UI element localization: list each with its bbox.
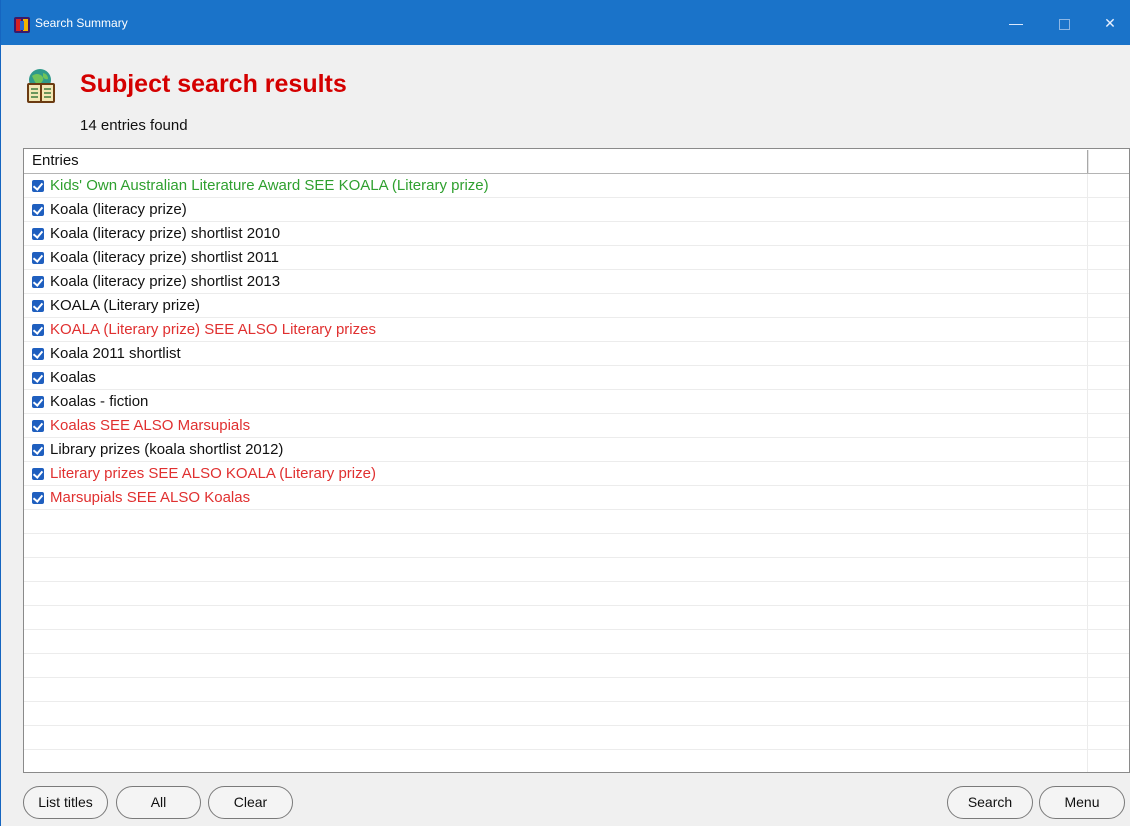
entry-label: Kids' Own Australian Literature Award SE… — [50, 177, 489, 194]
list-item[interactable]: Marsupials SEE ALSO Koalas — [24, 486, 1129, 510]
search-button[interactable]: Search — [947, 786, 1033, 819]
maximize-icon — [1058, 19, 1070, 30]
entry-checkbox[interactable] — [32, 180, 44, 192]
entries-list[interactable]: Entries Kids' Own Australian Literature … — [23, 148, 1130, 773]
close-icon: ✕ — [1104, 15, 1116, 31]
entry-label: Koalas - fiction — [50, 393, 149, 410]
entry-checkbox[interactable] — [32, 228, 44, 240]
entry-checkbox[interactable] — [32, 300, 44, 312]
entry-label: KOALA (Literary prize) — [50, 297, 201, 314]
list-header: Entries — [24, 149, 1129, 174]
empty-row — [24, 678, 1129, 702]
entry-label: Koala (literacy prize) — [50, 201, 187, 218]
window-title: Search Summary — [35, 16, 128, 30]
list-item[interactable]: Literary prizes SEE ALSO KOALA (Literary… — [24, 462, 1129, 486]
entry-label: Marsupials SEE ALSO Koalas — [50, 489, 251, 506]
entry-label: Literary prizes SEE ALSO KOALA (Literary… — [50, 465, 376, 482]
empty-row — [24, 558, 1129, 582]
entry-checkbox[interactable] — [32, 348, 44, 360]
empty-row — [24, 582, 1129, 606]
entry-checkbox[interactable] — [32, 420, 44, 432]
maximize-button[interactable] — [1041, 12, 1087, 36]
list-item[interactable]: Koala (literacy prize) shortlist 2013 — [24, 270, 1129, 294]
list-item[interactable]: Koala (literacy prize) shortlist 2011 — [24, 246, 1129, 270]
list-item[interactable]: Koala (literacy prize) — [24, 198, 1129, 222]
empty-row — [24, 534, 1129, 558]
list-item[interactable]: Koala (literacy prize) shortlist 2010 — [24, 222, 1129, 246]
books-globe-icon — [27, 69, 55, 103]
minimize-icon: — — [1009, 15, 1023, 31]
column-header-entries[interactable]: Entries — [24, 149, 1087, 173]
entry-label: Koalas SEE ALSO Marsupials — [50, 417, 251, 434]
menu-button[interactable]: Menu — [1039, 786, 1125, 819]
list-item[interactable]: Koalas - fiction — [24, 390, 1129, 414]
all-button[interactable]: All — [116, 786, 201, 819]
empty-row — [24, 750, 1129, 772]
entry-label: Koala (literacy prize) shortlist 2011 — [50, 249, 279, 266]
close-button[interactable]: ✕ — [1087, 12, 1130, 36]
entry-checkbox[interactable] — [32, 252, 44, 264]
empty-row — [24, 726, 1129, 750]
title-bar[interactable]: Search Summary — ✕ — [1, 0, 1130, 45]
list-item[interactable]: Koalas SEE ALSO Marsupials — [24, 414, 1129, 438]
list-item[interactable]: Koalas — [24, 366, 1129, 390]
entry-checkbox[interactable] — [32, 444, 44, 456]
clear-button[interactable]: Clear — [208, 786, 293, 819]
list-item[interactable]: Koala 2011 shortlist — [24, 342, 1129, 366]
entry-checkbox[interactable] — [32, 468, 44, 480]
entry-checkbox[interactable] — [32, 276, 44, 288]
entry-checkbox[interactable] — [32, 492, 44, 504]
empty-row — [24, 606, 1129, 630]
entry-checkbox[interactable] — [32, 372, 44, 384]
list-item[interactable]: KOALA (Literary prize) SEE ALSO Literary… — [24, 318, 1129, 342]
entry-label: Koala (literacy prize) shortlist 2013 — [50, 273, 281, 290]
app-icon — [14, 17, 30, 33]
list-item[interactable]: Library prizes (koala shortlist 2012) — [24, 438, 1129, 462]
column-separator-highlight — [1088, 150, 1089, 173]
entry-label: Koalas — [50, 369, 96, 386]
entry-label: KOALA (Literary prize) SEE ALSO Literary… — [50, 321, 376, 338]
empty-row — [24, 510, 1129, 534]
empty-row — [24, 702, 1129, 726]
entry-checkbox[interactable] — [32, 396, 44, 408]
empty-row — [24, 630, 1129, 654]
entry-label: Koala (literacy prize) shortlist 2010 — [50, 225, 281, 242]
minimize-button[interactable]: — — [993, 12, 1039, 36]
page-title: Subject search results — [80, 70, 347, 98]
entry-label: Koala 2011 shortlist — [50, 345, 181, 362]
entries-rows: Kids' Own Australian Literature Award SE… — [24, 174, 1129, 772]
empty-row — [24, 654, 1129, 678]
search-summary-window: Search Summary — ✕ Subject search result… — [0, 0, 1130, 826]
results-count: 14 entries found — [80, 117, 188, 134]
entry-checkbox[interactable] — [32, 324, 44, 336]
list-titles-button[interactable]: List titles — [23, 786, 108, 819]
entry-label: Library prizes (koala shortlist 2012) — [50, 441, 284, 458]
list-item[interactable]: Kids' Own Australian Literature Award SE… — [24, 174, 1129, 198]
entry-checkbox[interactable] — [32, 204, 44, 216]
list-item[interactable]: KOALA (Literary prize) — [24, 294, 1129, 318]
